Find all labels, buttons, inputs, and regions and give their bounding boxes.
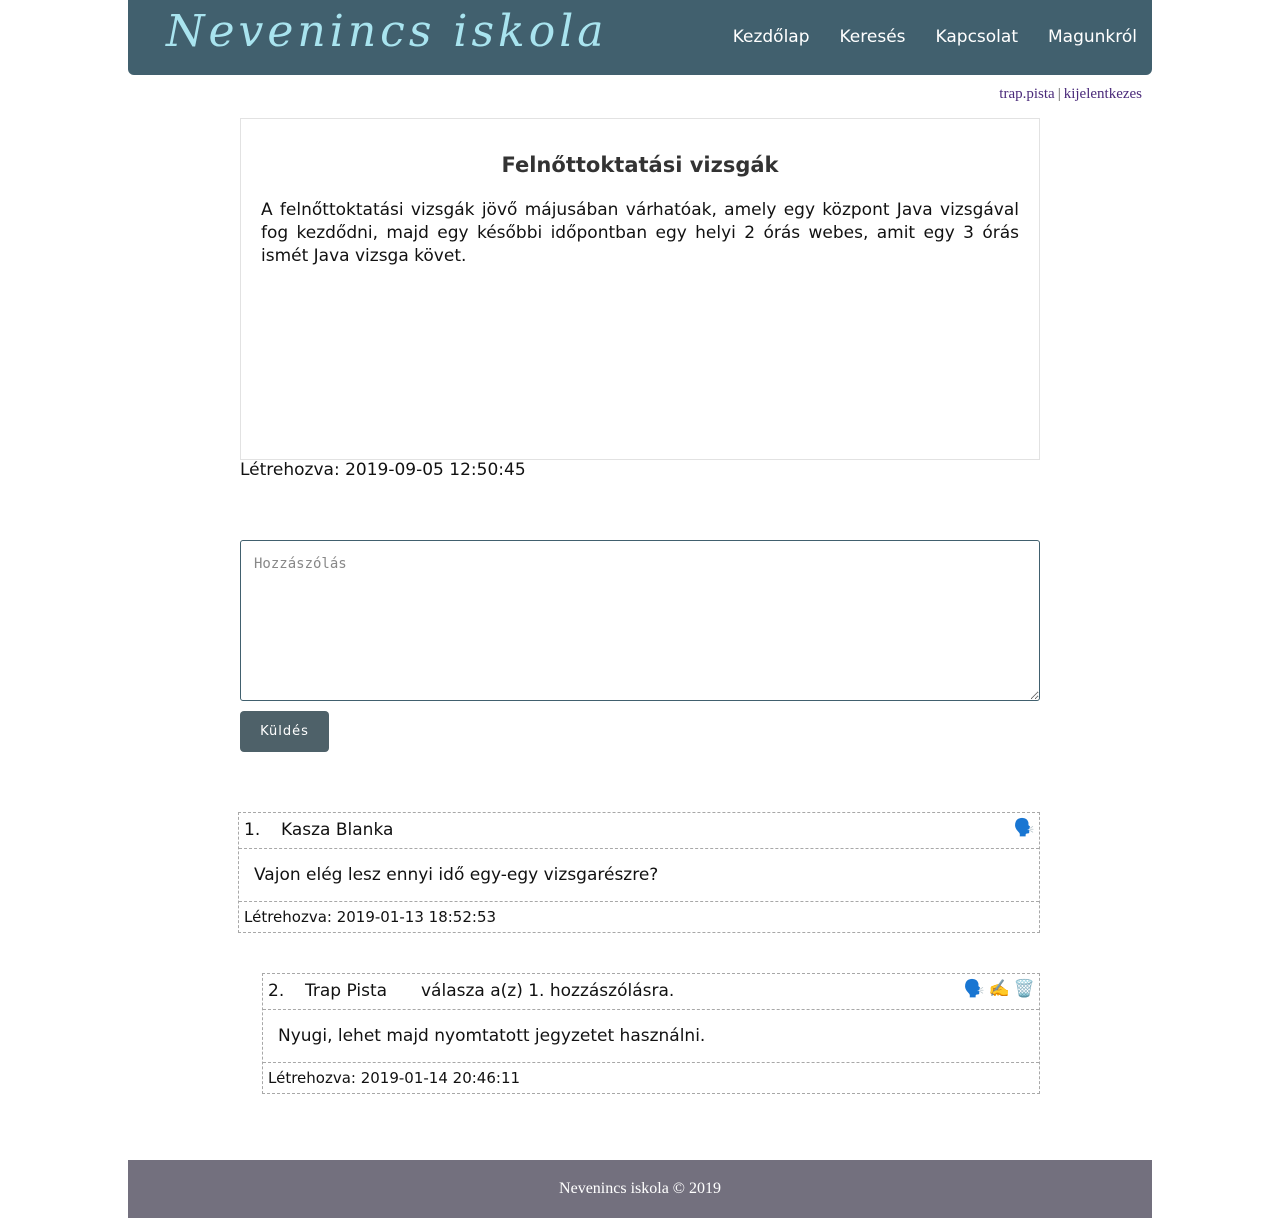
comment-created-date: Létrehozva: 2019-01-13 18:52:53 (244, 908, 497, 926)
writing-hand-icon[interactable]: ✍️ (989, 979, 1010, 999)
user-bar-separator: | (1057, 86, 1061, 102)
send-comment-button[interactable]: Küldés (240, 711, 329, 752)
article-title: Felnőttoktatási vizsgák (501, 153, 779, 177)
site-header: Nevenincs iskola Kezdőlap Keresés Kapcso… (128, 0, 1152, 75)
comment-header: 1. Kasza Blanka 🗣️ (239, 813, 1039, 849)
comment-author: Trap Pista (305, 981, 388, 1001)
comment-text: Vajon elég lesz ennyi idő egy-egy vizsga… (254, 865, 659, 885)
speaking-head-icon[interactable]: 🗣️ (963, 979, 984, 999)
comment-item-reply: 2. Trap Pista válasza a(z) 1. hozzászólá… (262, 973, 1040, 1094)
comment-input[interactable] (240, 540, 1040, 701)
comment-actions: 🗣️ ✍️ 🗑️ (959, 979, 1035, 999)
comment-body: Vajon elég lesz ennyi idő egy-egy vizsga… (239, 849, 1039, 902)
site-footer: Nevenincs iskola © 2019 (128, 1160, 1152, 1218)
comment-number: 2. (268, 981, 285, 1001)
logout-link[interactable]: kijelentkezes (1064, 86, 1142, 102)
comment-actions: 🗣️ (1010, 818, 1035, 838)
wastebasket-icon[interactable]: 🗑️ (1014, 979, 1035, 999)
comment-footer: Létrehozva: 2019-01-14 20:46:11 (263, 1063, 1039, 1094)
comment-footer: Létrehozva: 2019-01-13 18:52:53 (239, 902, 1039, 933)
comment-number: 1. (244, 820, 261, 840)
main-nav: Kezdőlap Keresés Kapcsolat Magunkról (703, 27, 1137, 47)
nav-link-home[interactable]: Kezdőlap (733, 27, 810, 47)
comment-item: 1. Kasza Blanka 🗣️ Vajon elég lesz ennyi… (238, 812, 1040, 933)
footer-copyright: Nevenincs iskola © 2019 (559, 1180, 721, 1197)
article-card: Felnőttoktatási vizsgák A felnőttoktatás… (240, 118, 1040, 460)
site-logo[interactable]: Nevenincs iskola (166, 6, 608, 57)
comment-created-date: Létrehozva: 2019-01-14 20:46:11 (268, 1069, 521, 1087)
nav-link-contact[interactable]: Kapcsolat (936, 27, 1018, 47)
article-created-date: Létrehozva: 2019-09-05 12:50:45 (240, 460, 526, 480)
user-bar: trap.pista | kijelentkezes (999, 86, 1142, 103)
username-link[interactable]: trap.pista (999, 86, 1054, 102)
article-body: A felnőttoktatási vizsgák jövő májusában… (261, 200, 1019, 266)
speaking-head-icon[interactable]: 🗣️ (1014, 818, 1035, 838)
nav-link-about[interactable]: Magunkról (1048, 27, 1137, 47)
comment-header: 2. Trap Pista válasza a(z) 1. hozzászólá… (263, 974, 1039, 1010)
comment-author: Kasza Blanka (281, 820, 394, 840)
comment-body: Nyugi, lehet majd nyomtatott jegyzetet h… (263, 1010, 1039, 1063)
comment-text: Nyugi, lehet majd nyomtatott jegyzetet h… (278, 1026, 706, 1046)
reply-note: válasza a(z) 1. hozzászólásra. (421, 981, 675, 1001)
nav-link-search[interactable]: Keresés (840, 27, 906, 47)
